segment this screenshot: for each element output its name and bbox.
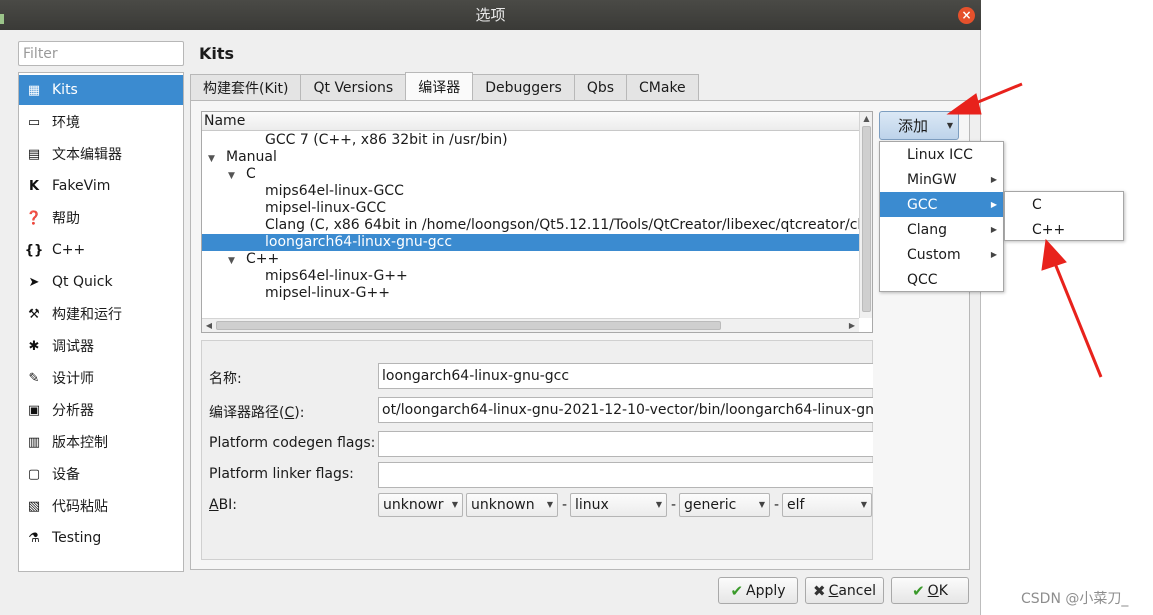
csdn-watermark: CSDN @小菜刀_ — [1021, 591, 1129, 607]
annotation-overlay — [946, 82, 1103, 378]
annotation-arrowhead — [1041, 238, 1067, 271]
annotation-arrow-shaft — [1052, 260, 1103, 378]
annotation-arrowhead — [946, 93, 982, 115]
